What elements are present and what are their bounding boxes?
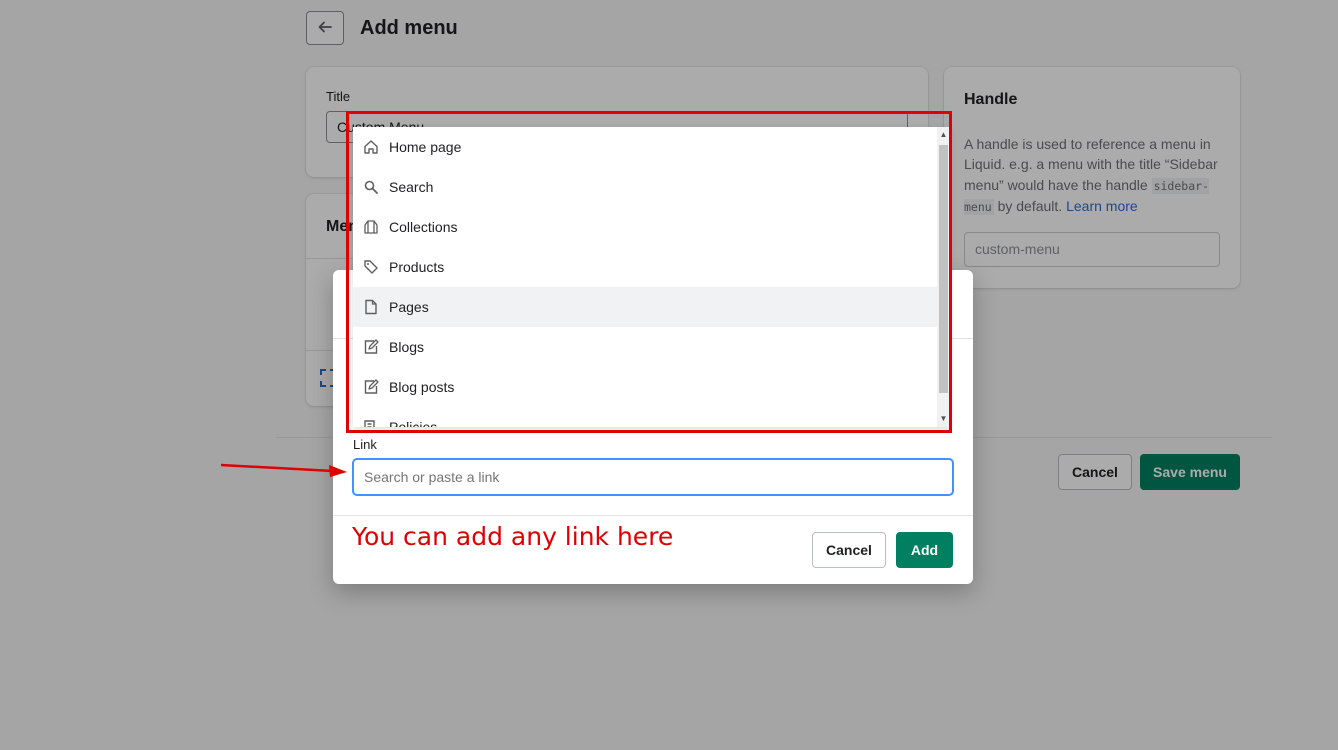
annotation-text: You can add any link here xyxy=(352,522,674,551)
annotation-highlight-box xyxy=(346,111,952,433)
link-label: Link xyxy=(353,437,377,452)
link-search-input[interactable] xyxy=(352,458,954,496)
modal-cancel-button[interactable]: Cancel xyxy=(812,532,886,568)
divider xyxy=(333,515,973,516)
modal-add-button[interactable]: Add xyxy=(896,532,953,568)
annotation-arrow-icon xyxy=(220,463,347,477)
